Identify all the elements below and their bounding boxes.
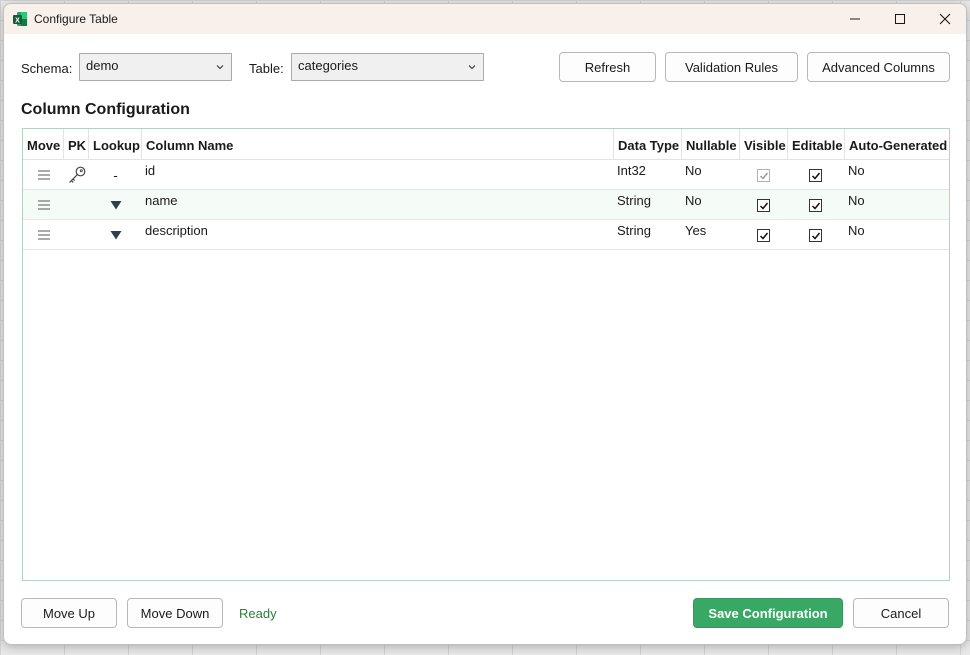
close-button[interactable] <box>922 4 966 34</box>
column-name[interactable]: name <box>142 190 614 220</box>
table-value: categories <box>298 58 358 73</box>
dropdown-triangle-icon[interactable] <box>89 220 142 250</box>
validation-rules-button[interactable]: Validation Rules <box>665 52 798 82</box>
close-icon <box>939 13 951 25</box>
header-move[interactable]: Move <box>23 129 64 160</box>
move-up-button[interactable]: Move Up <box>21 598 117 628</box>
header-data-type[interactable]: Data Type <box>614 129 682 160</box>
nullable: Yes <box>685 223 707 238</box>
minimize-icon <box>850 18 860 20</box>
data-type: String <box>617 193 651 208</box>
checkmark-icon <box>811 202 821 210</box>
save-configuration-button[interactable]: Save Configuration <box>693 598 843 628</box>
editable-checkbox[interactable] <box>809 229 822 242</box>
maximize-button[interactable] <box>877 4 923 34</box>
table-label: Table: <box>249 61 284 76</box>
table-row[interactable]: description String Yes No <box>23 220 949 250</box>
window-title: Configure Table <box>34 12 118 26</box>
excel-icon: X <box>12 11 28 27</box>
header-editable[interactable]: Editable <box>788 129 845 160</box>
table-row[interactable]: name String No No <box>23 190 949 220</box>
editable-checkbox[interactable] <box>809 199 822 212</box>
drag-handle-icon[interactable] <box>23 190 64 220</box>
chevron-down-icon <box>216 65 224 70</box>
header-nullable[interactable]: Nullable <box>682 129 740 160</box>
minimize-button[interactable] <box>832 4 878 34</box>
editable-checkbox[interactable] <box>809 169 822 182</box>
nullable: No <box>685 193 702 208</box>
column-config-grid: Move PK Lookup Column Name Data Type Nul… <box>22 128 950 581</box>
configure-table-dialog: X Configure Table Schema: demo Table: ca… <box>3 3 967 645</box>
auto-generated: No <box>848 163 865 178</box>
status-text: Ready <box>239 606 277 621</box>
drag-handle-icon[interactable] <box>23 220 64 250</box>
section-title: Column Configuration <box>21 101 190 118</box>
data-type: Int32 <box>617 163 646 178</box>
visible-checkbox[interactable] <box>757 169 770 182</box>
header-column-name[interactable]: Column Name <box>142 129 614 160</box>
schema-value: demo <box>86 58 119 73</box>
checkmark-icon <box>759 202 769 210</box>
visible-checkbox[interactable] <box>757 229 770 242</box>
checkmark-icon <box>759 232 769 240</box>
pk-cell <box>64 220 89 250</box>
table-row[interactable]: - id Int32 No No <box>23 160 949 190</box>
header-auto-generated[interactable]: Auto-Generated <box>845 129 949 160</box>
header-pk[interactable]: PK <box>64 129 89 160</box>
chevron-down-icon <box>468 65 476 70</box>
header-lookup[interactable]: Lookup <box>89 129 142 160</box>
visible-checkbox[interactable] <box>757 199 770 212</box>
header-visible[interactable]: Visible <box>740 129 788 160</box>
column-name[interactable]: description <box>142 220 614 250</box>
pk-cell <box>64 190 89 220</box>
advanced-columns-button[interactable]: Advanced Columns <box>807 52 950 82</box>
checkmark-icon <box>811 172 821 180</box>
data-type: String <box>617 223 651 238</box>
key-icon <box>64 160 89 190</box>
dropdown-triangle-icon[interactable] <box>89 190 142 220</box>
lookup-value: - <box>113 167 118 183</box>
schema-label: Schema: <box>21 61 73 76</box>
refresh-button[interactable]: Refresh <box>559 52 656 82</box>
cancel-button[interactable]: Cancel <box>853 598 949 628</box>
svg-text:X: X <box>15 17 20 24</box>
auto-generated: No <box>848 223 865 238</box>
column-name[interactable]: id <box>142 160 614 190</box>
nullable: No <box>685 163 702 178</box>
checkmark-icon <box>759 172 769 180</box>
checkmark-icon <box>811 232 821 240</box>
move-down-button[interactable]: Move Down <box>127 598 223 628</box>
grid-header: Move PK Lookup Column Name Data Type Nul… <box>23 129 949 160</box>
drag-handle-icon[interactable] <box>23 160 64 190</box>
auto-generated: No <box>848 193 865 208</box>
table-select[interactable]: categories <box>291 53 484 81</box>
schema-select[interactable]: demo <box>79 53 232 81</box>
title-bar: X Configure Table <box>4 4 966 34</box>
maximize-icon <box>895 14 905 24</box>
